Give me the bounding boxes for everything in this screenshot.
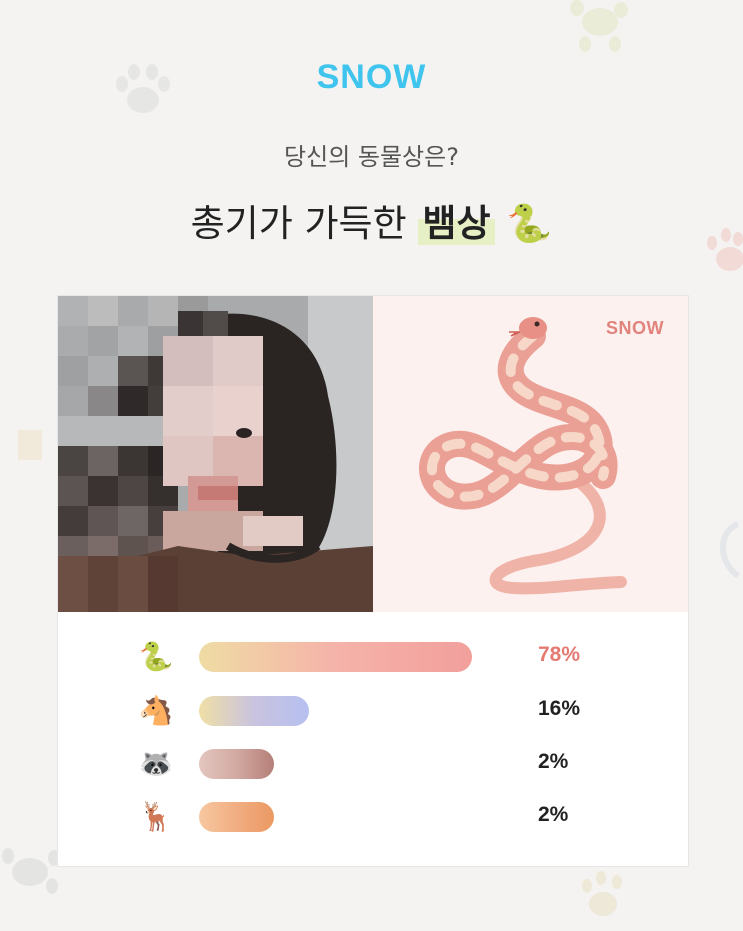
snake-icon: 🐍 <box>138 640 174 673</box>
paw-print-icon <box>582 871 622 916</box>
result-row-snake: 🐍 78% <box>58 637 688 677</box>
result-question: 당신의 동물상은? <box>284 143 459 171</box>
result-title-prefix: 총기가 가득한 <box>190 202 407 245</box>
result-row-deer: 🦌 2% <box>58 797 688 837</box>
result-row-horse: 🐴 16% <box>58 691 688 731</box>
snake-illustration-icon <box>419 317 627 595</box>
result-card: SNOW 🐍 78% 🐴 16% 🦝 2% 🦌 2% <box>57 295 689 867</box>
result-title: 총기가 가득한 뱀상 🐍 <box>0 193 743 247</box>
horse-icon: 🐴 <box>138 694 174 727</box>
result-title-highlight: 뱀상 <box>418 202 495 245</box>
result-bar-snake <box>199 642 472 672</box>
result-bar-horse <box>199 696 309 726</box>
deer-icon: 🦌 <box>138 800 174 833</box>
result-percent-raccoon: 2% <box>538 750 569 773</box>
paw-print-icon <box>18 430 42 460</box>
result-percent-horse: 16% <box>538 697 581 720</box>
result-row-raccoon: 🦝 2% <box>58 744 688 784</box>
result-percent-deer: 2% <box>538 803 569 826</box>
user-photo <box>58 296 373 612</box>
paw-print-icon <box>570 0 628 52</box>
result-bar-raccoon <box>199 749 274 779</box>
paw-print-icon <box>720 521 740 579</box>
result-bar-deer <box>199 802 274 832</box>
snake-emoji-icon: 🐍 <box>506 202 553 245</box>
animal-illustration: SNOW <box>373 296 688 612</box>
result-percent-snake: 78% <box>538 643 581 666</box>
brand-logo: SNOW <box>316 58 427 96</box>
raccoon-icon: 🦝 <box>138 747 174 780</box>
